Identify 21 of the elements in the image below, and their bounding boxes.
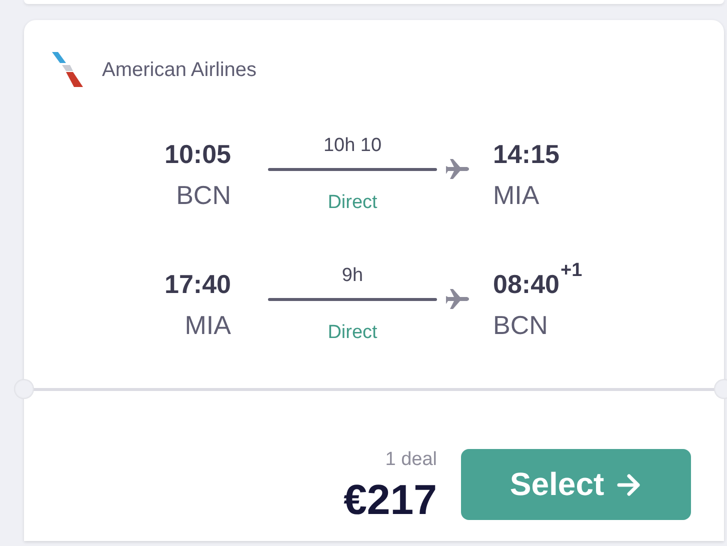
airline-name: American Airlines: [102, 58, 257, 82]
flight-duration: 10h 10: [322, 134, 383, 158]
arrival-airport: MIA: [493, 179, 540, 212]
flight-duration: 9h: [340, 264, 364, 288]
departure-time: 10:05: [164, 138, 231, 171]
deal-count: 1 deal: [385, 448, 437, 472]
departure-time: 17:40: [164, 268, 231, 301]
airplane-icon: [445, 158, 469, 180]
stops-label: Direct: [326, 191, 378, 215]
airplane-icon: [445, 288, 469, 310]
arrow-right-icon: [616, 472, 642, 498]
arrival-airport: BCN: [493, 309, 548, 342]
departure-airport: BCN: [176, 179, 231, 212]
stops-label: Direct: [326, 321, 378, 345]
price: €217: [344, 475, 437, 525]
day-offset: +1: [560, 261, 582, 281]
select-button[interactable]: Select: [461, 449, 691, 520]
ticket-notch: [14, 379, 34, 399]
departure-airport: MIA: [184, 309, 231, 342]
arrival-time: 14:15: [493, 138, 560, 171]
arrival-time: 08:40: [493, 268, 560, 301]
